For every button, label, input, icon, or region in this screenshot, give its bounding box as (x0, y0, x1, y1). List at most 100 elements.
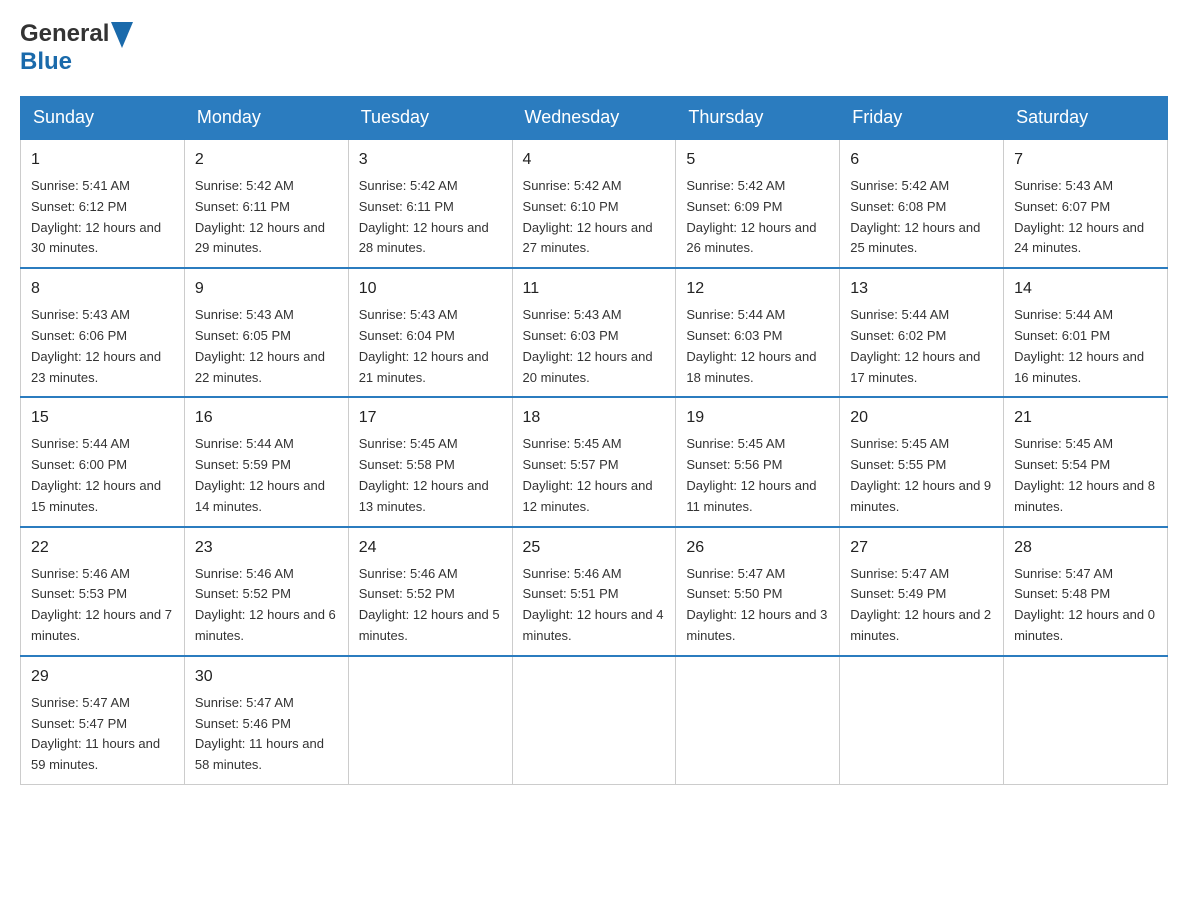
calendar-cell: 24 Sunrise: 5:46 AMSunset: 5:52 PMDaylig… (348, 527, 512, 656)
calendar-cell: 15 Sunrise: 5:44 AMSunset: 6:00 PMDaylig… (21, 397, 185, 526)
day-info: Sunrise: 5:45 AMSunset: 5:57 PMDaylight:… (523, 436, 653, 513)
calendar-week-row: 22 Sunrise: 5:46 AMSunset: 5:53 PMDaylig… (21, 527, 1168, 656)
calendar-cell: 1 Sunrise: 5:41 AMSunset: 6:12 PMDayligh… (21, 139, 185, 268)
day-info: Sunrise: 5:47 AMSunset: 5:48 PMDaylight:… (1014, 566, 1155, 643)
calendar-cell: 10 Sunrise: 5:43 AMSunset: 6:04 PMDaylig… (348, 268, 512, 397)
day-number: 14 (1014, 277, 1157, 301)
calendar-cell (676, 656, 840, 785)
calendar-cell: 3 Sunrise: 5:42 AMSunset: 6:11 PMDayligh… (348, 139, 512, 268)
day-number: 13 (850, 277, 993, 301)
day-info: Sunrise: 5:43 AMSunset: 6:07 PMDaylight:… (1014, 178, 1144, 255)
day-info: Sunrise: 5:45 AMSunset: 5:56 PMDaylight:… (686, 436, 816, 513)
day-info: Sunrise: 5:42 AMSunset: 6:11 PMDaylight:… (195, 178, 325, 255)
day-info: Sunrise: 5:41 AMSunset: 6:12 PMDaylight:… (31, 178, 161, 255)
page-header: General Blue (20, 20, 1168, 76)
day-info: Sunrise: 5:44 AMSunset: 5:59 PMDaylight:… (195, 436, 325, 513)
day-info: Sunrise: 5:47 AMSunset: 5:46 PMDaylight:… (195, 695, 324, 772)
calendar-cell: 17 Sunrise: 5:45 AMSunset: 5:58 PMDaylig… (348, 397, 512, 526)
day-number: 20 (850, 406, 993, 430)
day-number: 5 (686, 148, 829, 172)
calendar-cell: 30 Sunrise: 5:47 AMSunset: 5:46 PMDaylig… (184, 656, 348, 785)
day-info: Sunrise: 5:44 AMSunset: 6:00 PMDaylight:… (31, 436, 161, 513)
calendar-cell (840, 656, 1004, 785)
calendar-header-sunday: Sunday (21, 97, 185, 140)
calendar-cell: 20 Sunrise: 5:45 AMSunset: 5:55 PMDaylig… (840, 397, 1004, 526)
calendar-cell: 8 Sunrise: 5:43 AMSunset: 6:06 PMDayligh… (21, 268, 185, 397)
day-number: 6 (850, 148, 993, 172)
calendar-cell: 19 Sunrise: 5:45 AMSunset: 5:56 PMDaylig… (676, 397, 840, 526)
calendar-cell: 2 Sunrise: 5:42 AMSunset: 6:11 PMDayligh… (184, 139, 348, 268)
calendar-cell: 25 Sunrise: 5:46 AMSunset: 5:51 PMDaylig… (512, 527, 676, 656)
day-info: Sunrise: 5:44 AMSunset: 6:03 PMDaylight:… (686, 307, 816, 384)
calendar-cell: 12 Sunrise: 5:44 AMSunset: 6:03 PMDaylig… (676, 268, 840, 397)
calendar-week-row: 15 Sunrise: 5:44 AMSunset: 6:00 PMDaylig… (21, 397, 1168, 526)
calendar-header-thursday: Thursday (676, 97, 840, 140)
calendar-header-tuesday: Tuesday (348, 97, 512, 140)
day-info: Sunrise: 5:42 AMSunset: 6:08 PMDaylight:… (850, 178, 980, 255)
day-number: 24 (359, 536, 502, 560)
day-info: Sunrise: 5:44 AMSunset: 6:01 PMDaylight:… (1014, 307, 1144, 384)
calendar-week-row: 29 Sunrise: 5:47 AMSunset: 5:47 PMDaylig… (21, 656, 1168, 785)
calendar-cell: 23 Sunrise: 5:46 AMSunset: 5:52 PMDaylig… (184, 527, 348, 656)
day-number: 25 (523, 536, 666, 560)
day-info: Sunrise: 5:44 AMSunset: 6:02 PMDaylight:… (850, 307, 980, 384)
calendar-cell: 29 Sunrise: 5:47 AMSunset: 5:47 PMDaylig… (21, 656, 185, 785)
day-info: Sunrise: 5:47 AMSunset: 5:47 PMDaylight:… (31, 695, 160, 772)
calendar-cell (348, 656, 512, 785)
day-number: 27 (850, 536, 993, 560)
logo: General Blue (20, 20, 133, 76)
day-info: Sunrise: 5:47 AMSunset: 5:49 PMDaylight:… (850, 566, 991, 643)
calendar-cell: 6 Sunrise: 5:42 AMSunset: 6:08 PMDayligh… (840, 139, 1004, 268)
day-number: 12 (686, 277, 829, 301)
calendar-cell (1004, 656, 1168, 785)
calendar-cell: 5 Sunrise: 5:42 AMSunset: 6:09 PMDayligh… (676, 139, 840, 268)
day-number: 4 (523, 148, 666, 172)
calendar-header-row: SundayMondayTuesdayWednesdayThursdayFrid… (21, 97, 1168, 140)
day-info: Sunrise: 5:42 AMSunset: 6:11 PMDaylight:… (359, 178, 489, 255)
logo-blue-text: Blue (20, 48, 72, 75)
day-number: 30 (195, 665, 338, 689)
calendar-cell: 26 Sunrise: 5:47 AMSunset: 5:50 PMDaylig… (676, 527, 840, 656)
calendar-cell: 22 Sunrise: 5:46 AMSunset: 5:53 PMDaylig… (21, 527, 185, 656)
day-number: 15 (31, 406, 174, 430)
day-info: Sunrise: 5:47 AMSunset: 5:50 PMDaylight:… (686, 566, 827, 643)
day-info: Sunrise: 5:46 AMSunset: 5:51 PMDaylight:… (523, 566, 664, 643)
day-number: 22 (31, 536, 174, 560)
day-number: 28 (1014, 536, 1157, 560)
day-info: Sunrise: 5:45 AMSunset: 5:55 PMDaylight:… (850, 436, 991, 513)
day-info: Sunrise: 5:43 AMSunset: 6:05 PMDaylight:… (195, 307, 325, 384)
day-number: 23 (195, 536, 338, 560)
day-info: Sunrise: 5:43 AMSunset: 6:06 PMDaylight:… (31, 307, 161, 384)
day-number: 8 (31, 277, 174, 301)
calendar-header-wednesday: Wednesday (512, 97, 676, 140)
calendar-cell: 14 Sunrise: 5:44 AMSunset: 6:01 PMDaylig… (1004, 268, 1168, 397)
logo-general-text: General (20, 20, 109, 48)
calendar-cell: 9 Sunrise: 5:43 AMSunset: 6:05 PMDayligh… (184, 268, 348, 397)
day-number: 18 (523, 406, 666, 430)
calendar-cell: 18 Sunrise: 5:45 AMSunset: 5:57 PMDaylig… (512, 397, 676, 526)
day-info: Sunrise: 5:43 AMSunset: 6:03 PMDaylight:… (523, 307, 653, 384)
day-number: 9 (195, 277, 338, 301)
calendar-table: SundayMondayTuesdayWednesdayThursdayFrid… (20, 96, 1168, 785)
calendar-cell: 11 Sunrise: 5:43 AMSunset: 6:03 PMDaylig… (512, 268, 676, 397)
day-number: 26 (686, 536, 829, 560)
day-number: 1 (31, 148, 174, 172)
calendar-cell: 28 Sunrise: 5:47 AMSunset: 5:48 PMDaylig… (1004, 527, 1168, 656)
logo-triangle-icon (111, 22, 133, 48)
calendar-week-row: 8 Sunrise: 5:43 AMSunset: 6:06 PMDayligh… (21, 268, 1168, 397)
day-info: Sunrise: 5:46 AMSunset: 5:52 PMDaylight:… (359, 566, 500, 643)
day-number: 21 (1014, 406, 1157, 430)
day-number: 3 (359, 148, 502, 172)
day-info: Sunrise: 5:42 AMSunset: 6:10 PMDaylight:… (523, 178, 653, 255)
day-info: Sunrise: 5:46 AMSunset: 5:53 PMDaylight:… (31, 566, 172, 643)
day-number: 10 (359, 277, 502, 301)
calendar-header-saturday: Saturday (1004, 97, 1168, 140)
day-number: 29 (31, 665, 174, 689)
day-number: 19 (686, 406, 829, 430)
day-info: Sunrise: 5:45 AMSunset: 5:54 PMDaylight:… (1014, 436, 1155, 513)
calendar-cell: 16 Sunrise: 5:44 AMSunset: 5:59 PMDaylig… (184, 397, 348, 526)
day-number: 17 (359, 406, 502, 430)
calendar-header-friday: Friday (840, 97, 1004, 140)
day-number: 11 (523, 277, 666, 301)
day-number: 16 (195, 406, 338, 430)
